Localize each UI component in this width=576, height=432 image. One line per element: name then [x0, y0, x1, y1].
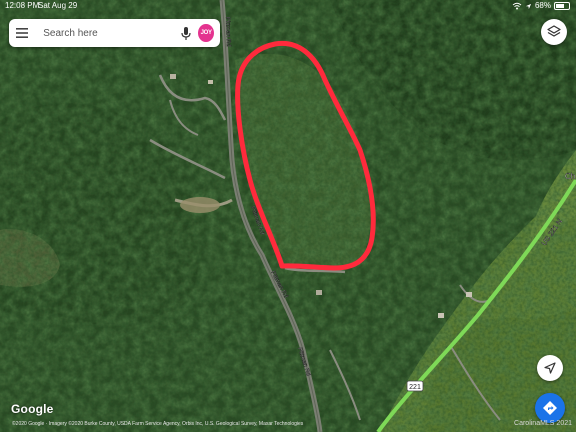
route-shield-text: 221 [409, 384, 421, 391]
my-location-button[interactable] [537, 355, 563, 381]
tree-fine-texture [0, 0, 576, 432]
map-attribution[interactable]: ©2020 Google · Imagery ©2020 Burke Count… [12, 420, 492, 428]
layers-button[interactable] [541, 19, 567, 45]
watermark: CarolinaMLS 2021 [514, 420, 572, 427]
wifi-icon [512, 2, 522, 10]
building [170, 74, 176, 79]
directions-button[interactable] [535, 393, 565, 423]
road-label-pittman-1: Pittman Rd [224, 17, 231, 47]
search-input[interactable] [35, 23, 176, 43]
location-arrow-icon [544, 362, 556, 374]
layers-icon [547, 25, 561, 37]
building [316, 290, 322, 295]
building [466, 292, 472, 297]
location-services-icon [525, 3, 532, 9]
satellite-map[interactable]: Pittman Rd Pittman Rd Pittman Rd Pittman… [0, 0, 576, 432]
status-indicators: 68% [512, 0, 570, 12]
route-shield-221: 221 [406, 380, 424, 392]
directions-icon [543, 401, 557, 415]
status-date: Sat Aug 29 [38, 1, 78, 10]
search-bar[interactable]: JOY [9, 19, 220, 47]
status-time: 12:08 PM [5, 1, 40, 10]
building [208, 80, 213, 84]
battery-icon [554, 2, 570, 10]
menu-icon[interactable] [9, 19, 35, 47]
clearing-dirt [180, 197, 220, 213]
google-logo: Google [11, 402, 54, 416]
status-bar: 12:08 PM Sat Aug 29 68% [0, 0, 576, 12]
battery-percent: 68% [534, 1, 551, 10]
mic-icon[interactable] [175, 19, 196, 47]
building [438, 313, 444, 318]
avatar[interactable]: JOY [198, 24, 214, 42]
edge-place-label: Ch [565, 172, 575, 181]
